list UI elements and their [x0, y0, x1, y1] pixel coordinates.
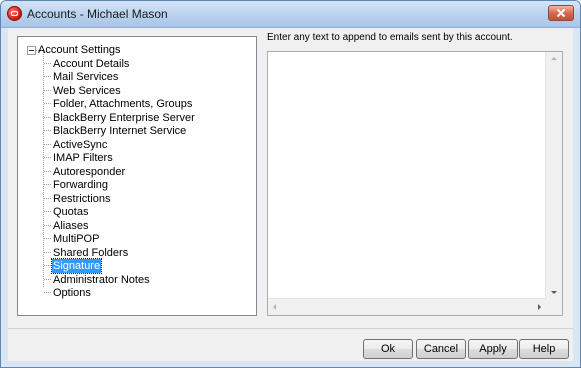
title-bar[interactable]: Accounts - Michael Mason	[1, 1, 580, 28]
tree-item-label: Restrictions	[53, 192, 111, 205]
window-title: Accounts - Michael Mason	[27, 7, 168, 21]
tree-item-label: Shared Folders	[53, 246, 129, 259]
button-bar: Ok Cancel Apply Help	[8, 328, 573, 362]
scrollbar-corner	[546, 299, 562, 315]
tree-item-label: Quotas	[53, 206, 89, 219]
tree-item-label: MultiPOP	[53, 233, 100, 246]
tree-item-label: Signature	[50, 258, 103, 275]
tree-item-label: Administrator Notes	[53, 273, 150, 286]
scroll-up-icon[interactable]	[551, 57, 557, 60]
collapse-icon[interactable]	[27, 46, 36, 55]
tree-item-label: Options	[53, 286, 91, 299]
scroll-down-icon[interactable]	[551, 291, 557, 294]
tree-item-label: Mail Services	[53, 71, 119, 84]
mdaemon-app-icon	[7, 6, 22, 21]
tree-item-label: BlackBerry Internet Service	[53, 125, 187, 138]
tree-item-label: Autoresponder	[53, 165, 126, 178]
vertical-scrollbar[interactable]	[545, 52, 562, 299]
tree-item-label: Web Services	[53, 84, 121, 97]
settings-tree[interactable]: Account Settings Account Details Mail Ser…	[17, 36, 257, 316]
tree-root-account-settings[interactable]: Account Settings	[38, 43, 121, 57]
tree-item-label: Folder, Attachments, Groups	[53, 98, 193, 111]
cancel-button[interactable]: Cancel	[416, 339, 466, 359]
tree-item-label: IMAP Filters	[53, 152, 113, 165]
close-button[interactable]	[548, 5, 574, 21]
signature-text-area[interactable]	[267, 51, 563, 316]
accounts-dialog: Accounts - Michael Mason Account Setting…	[0, 0, 581, 368]
signature-description: Enter any text to append to emails sent …	[267, 32, 513, 43]
tree-item-label: ActiveSync	[53, 138, 108, 151]
dialog-body: Account Settings Account Details Mail Ser…	[8, 28, 573, 361]
tree-item-label: Forwarding	[53, 179, 109, 192]
scroll-right-icon[interactable]	[538, 304, 541, 310]
help-button[interactable]: Help	[519, 339, 569, 359]
tree-item-label: Aliases	[53, 219, 89, 232]
horizontal-scrollbar[interactable]	[268, 298, 546, 315]
scroll-left-icon[interactable]	[273, 304, 276, 310]
apply-button[interactable]: Apply	[468, 339, 518, 359]
tree-item-label: Account Details	[53, 58, 130, 70]
ok-button[interactable]: Ok	[363, 339, 413, 359]
tree-item-label: BlackBerry Enterprise Server	[53, 111, 195, 124]
